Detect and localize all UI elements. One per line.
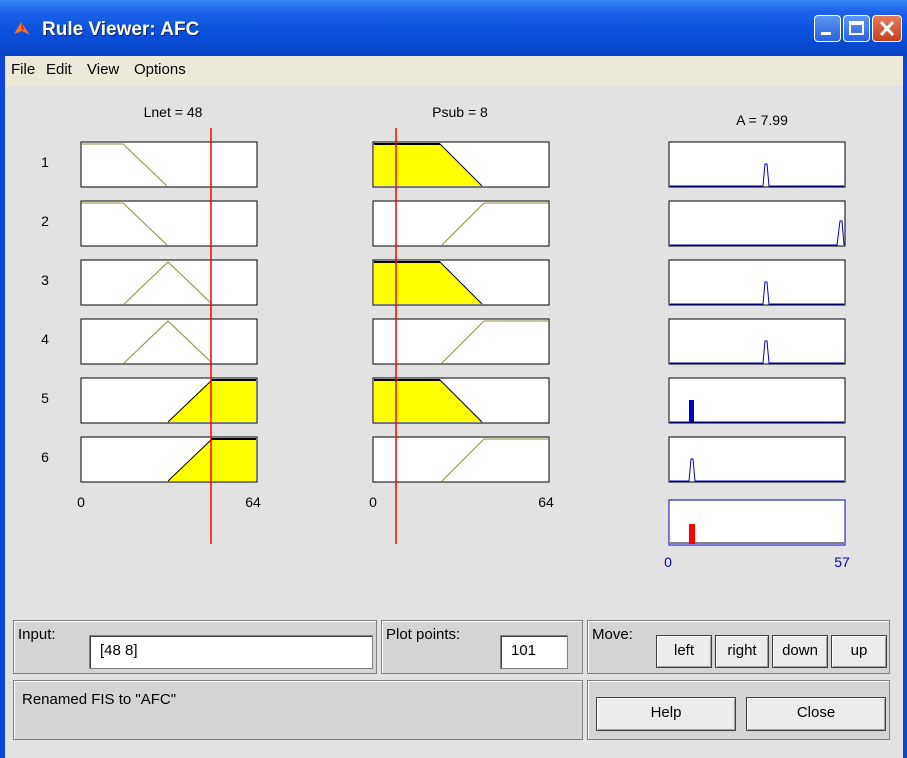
status-text: Renamed FIS to "AFC" — [22, 691, 177, 708]
input-field[interactable]: [48 8] — [89, 635, 373, 669]
mf-box-lnet-rule-1[interactable] — [80, 141, 258, 188]
axis-max-psub: 64 — [538, 494, 554, 510]
plot-points-label: Plot points: — [386, 626, 461, 643]
menu-options[interactable]: Options — [134, 61, 186, 78]
actions-panel: Help Close — [587, 680, 890, 740]
minimize-button[interactable] — [814, 15, 841, 42]
rule-number: 5 — [41, 390, 49, 406]
input-panel: Input: [48 8] — [13, 620, 377, 674]
mf-box-lnet-rule-3[interactable] — [80, 259, 258, 306]
output-axis-max: 57 — [834, 554, 850, 570]
close-window-button[interactable] — [872, 15, 902, 42]
move-up-button[interactable]: up — [831, 635, 887, 668]
move-label: Move: — [592, 626, 633, 643]
rule-viewer-window: Rule Viewer: AFC File Edit View Options … — [0, 0, 907, 758]
close-button[interactable]: Close — [746, 697, 886, 731]
input-title-lnet: Lnet = 48 — [144, 104, 203, 120]
rule-plots-canvas: Lnet = 48 Psub = 8 A = 7.99 1 2 3 4 5 6 — [41, 104, 850, 570]
mf-box-psub-rule-2[interactable] — [372, 200, 550, 247]
mf-box-psub-rule-6[interactable] — [372, 436, 550, 483]
output-box-rule-1[interactable] — [668, 141, 846, 188]
rule-number: 1 — [41, 154, 49, 170]
aggregate-output-bar — [689, 524, 695, 544]
output-spike-fill — [689, 400, 694, 422]
mf-box-lnet-rule-4[interactable] — [80, 318, 258, 365]
plot-points-panel: Plot points: 101 — [381, 620, 583, 674]
title-bar[interactable]: Rule Viewer: AFC — [0, 0, 907, 56]
axis-min-lnet: 0 — [77, 494, 85, 510]
rule-number: 6 — [41, 449, 49, 465]
axis-max-lnet: 64 — [245, 494, 261, 510]
output-box-rule-6[interactable] — [668, 436, 846, 483]
move-left-button[interactable]: left — [656, 635, 712, 668]
maximize-button[interactable] — [843, 15, 870, 42]
output-box-rule-5[interactable] — [668, 377, 846, 424]
close-icon — [879, 20, 895, 37]
menu-edit[interactable]: Edit — [46, 61, 72, 78]
help-button[interactable]: Help — [596, 697, 736, 731]
input-title-psub: Psub = 8 — [432, 104, 488, 120]
plot-points-field[interactable]: 101 — [500, 635, 568, 669]
output-box-rule-3[interactable] — [668, 259, 846, 306]
minimize-icon — [821, 32, 831, 35]
client-area: File Edit View Options Lnet = 48 Psub = … — [5, 56, 903, 758]
menu-file[interactable]: File — [11, 61, 35, 78]
rule-number: 3 — [41, 272, 49, 288]
output-axis-min: 0 — [664, 554, 672, 570]
window-title: Rule Viewer: AFC — [42, 19, 200, 40]
output-box-rule-4[interactable] — [668, 318, 846, 365]
maximize-icon — [849, 21, 864, 35]
rule-plots: Lnet = 48 Psub = 8 A = 7.99 1 2 3 4 5 6 — [5, 86, 903, 646]
mf-box-psub-rule-4[interactable] — [372, 318, 550, 365]
input-label: Input: — [18, 626, 56, 643]
output-box-rule-2[interactable] — [668, 200, 846, 247]
axis-min-psub: 0 — [369, 494, 377, 510]
rule-number: 2 — [41, 213, 49, 229]
move-down-button[interactable]: down — [772, 635, 828, 668]
menu-bar: File Edit View Options — [5, 56, 903, 86]
move-right-button[interactable]: right — [715, 635, 769, 668]
status-panel: Renamed FIS to "AFC" — [13, 680, 583, 740]
move-panel: Move: left right down up — [587, 620, 890, 674]
output-title: A = 7.99 — [736, 112, 788, 128]
rule-number: 4 — [41, 331, 49, 347]
matlab-app-icon — [14, 22, 30, 35]
mf-box-lnet-rule-2[interactable] — [80, 200, 258, 247]
aggregate-output-box[interactable] — [668, 499, 846, 546]
menu-view[interactable]: View — [87, 61, 119, 78]
